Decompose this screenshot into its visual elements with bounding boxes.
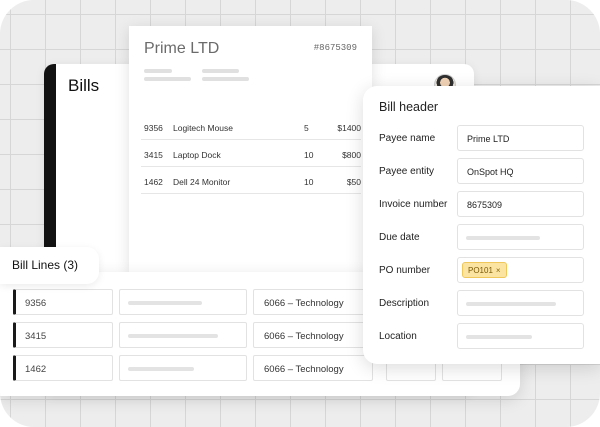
po-number-label: PO number	[379, 265, 431, 276]
invoice-number-field[interactable]: 8675309	[457, 191, 584, 217]
line-code-field[interactable]: 9356	[13, 289, 113, 315]
line-category-field[interactable]: 6066 – Technology	[253, 355, 373, 381]
page-title: Bills	[68, 76, 100, 95]
placeholder-line	[144, 77, 191, 81]
bill-header-panel: Bill header Payee name Prime LTD Payee e…	[363, 86, 600, 364]
invoice-line-code: 1462	[144, 177, 163, 187]
invoice-line-qty: 10	[304, 177, 314, 187]
invoice-line-item: Dell 24 Monitor	[173, 177, 231, 187]
payee-name-label: Payee name	[379, 133, 436, 144]
invoice-line-amount: $800	[342, 150, 361, 160]
invoice-number: #8675309	[313, 43, 357, 53]
description-field[interactable]	[457, 290, 584, 316]
line-category-field[interactable]: 6066 – Technology	[253, 322, 373, 348]
invoice-document: Prime LTD #8675309 9356 Logitech Mouse 5…	[129, 26, 372, 276]
placeholder-line	[202, 77, 249, 81]
bill-lines-title: Bill Lines (3)	[12, 258, 79, 272]
due-date-label: Due date	[379, 232, 420, 243]
invoice-line-qty: 5	[304, 123, 309, 133]
description-label: Description	[379, 298, 430, 309]
invoice-line-code: 3415	[144, 150, 163, 160]
close-icon[interactable]: ×	[496, 266, 501, 275]
payee-name-field[interactable]: Prime LTD	[457, 125, 584, 151]
placeholder-line	[202, 69, 239, 73]
placeholder-line	[144, 69, 172, 73]
invoice-line-code: 9356	[144, 123, 163, 133]
line-description-field[interactable]	[119, 289, 247, 315]
invoice-line: 9356 Logitech Mouse 5 $1400	[141, 113, 361, 140]
bill-lines-tab[interactable]: Bill Lines (3)	[0, 247, 99, 284]
line-description-field[interactable]	[119, 322, 247, 348]
line-code-field[interactable]: 3415	[13, 322, 113, 348]
invoice-line: 3415 Laptop Dock 10 $800	[141, 140, 361, 167]
due-date-field[interactable]	[457, 224, 584, 250]
bill-header-title: Bill header	[379, 100, 439, 114]
invoice-line-qty: 10	[304, 150, 314, 160]
invoice-line: 1462 Dell 24 Monitor 10 $50	[141, 167, 361, 194]
line-category-field[interactable]: 6066 – Technology	[253, 289, 373, 315]
po-number-field[interactable]: PO101 ×	[457, 257, 584, 283]
line-description-field[interactable]	[119, 355, 247, 381]
location-field[interactable]	[457, 323, 584, 349]
payee-entity-field[interactable]: OnSpot HQ	[457, 158, 584, 184]
invoice-payee: Prime LTD	[144, 40, 220, 57]
location-label: Location	[379, 331, 417, 342]
line-code-field[interactable]: 1462	[13, 355, 113, 381]
invoice-line-amount: $50	[346, 177, 361, 187]
po-number-chip-label: PO101	[468, 266, 493, 275]
background-grid: Bills Prime LTD #8675309 9356 Logitech M…	[0, 0, 600, 427]
invoice-line-item: Logitech Mouse	[173, 123, 234, 133]
payee-entity-label: Payee entity	[379, 166, 435, 177]
invoice-line-item: Laptop Dock	[173, 150, 221, 160]
invoice-line-amount: $1400	[337, 123, 361, 133]
po-number-chip[interactable]: PO101 ×	[462, 262, 507, 278]
invoice-number-label: Invoice number	[379, 199, 448, 210]
